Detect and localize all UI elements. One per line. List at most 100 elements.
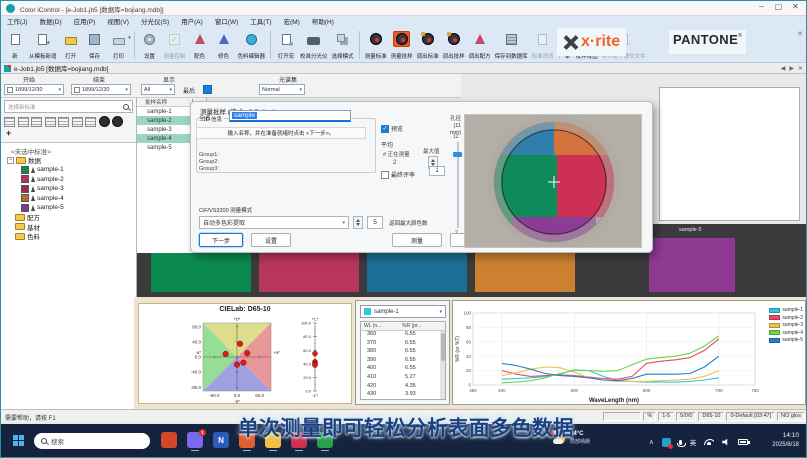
last-toggle[interactable] — [203, 85, 212, 94]
wl-row-4[interactable]: 4006.55 — [361, 365, 445, 374]
accept-value-field[interactable]: 1 — [429, 166, 445, 176]
color-match-button[interactable]: 配色 — [188, 30, 212, 61]
tree-sample-2[interactable]: sample-2 — [1, 175, 136, 185]
menu-item-0[interactable]: 工作(J) — [1, 16, 34, 29]
calibrate-spectro-button[interactable]: 校准分光仪 — [298, 30, 330, 61]
display-combo[interactable]: All ▾ — [141, 84, 175, 95]
menu-item-7[interactable]: 工具(T) — [244, 16, 277, 29]
new-button[interactable]: 新 — [3, 30, 27, 61]
tab-prev-icon[interactable]: ◀ — [781, 65, 786, 72]
volume-icon[interactable] — [722, 439, 730, 446]
settings-button[interactable]: 设置 — [138, 30, 162, 61]
menu-item-6[interactable]: 窗口(W) — [209, 16, 244, 29]
spin-down-icon[interactable] — [356, 223, 360, 226]
wl-row-6[interactable]: 4204.35 — [361, 383, 445, 392]
dialog-button-0[interactable]: 下一步 — [199, 233, 243, 247]
microphone-icon[interactable] — [679, 440, 682, 445]
toolbar-close-icon[interactable]: ✕ — [797, 30, 803, 38]
tray-app-icon[interactable] — [662, 438, 671, 447]
fullname-input[interactable]: sample — [229, 110, 351, 122]
wl-row-0[interactable]: 3606.55 — [361, 331, 445, 340]
tree-sample-4[interactable]: sample-4 — [1, 194, 136, 204]
select-mode-button[interactable]: 选择模式 — [330, 30, 356, 61]
close-button[interactable]: ✕ — [787, 2, 804, 11]
recall-recipe-button[interactable]: 调出配方 — [467, 30, 493, 61]
measure-batch-button[interactable]: 测量批样 — [389, 30, 415, 61]
windows-start-icon[interactable] — [13, 435, 24, 446]
sample-select-dropdown[interactable]: sample-1 ▾ — [360, 305, 446, 318]
list-detail-icon[interactable] — [45, 117, 56, 127]
menu-item-3[interactable]: 视图(V) — [101, 16, 135, 29]
end-date-checkbox[interactable] — [74, 87, 80, 93]
tree-folder-data[interactable]: −数据 — [1, 156, 136, 166]
wl-row-3[interactable]: 3906.55 — [361, 357, 445, 366]
minimize-button[interactable]: – — [753, 2, 770, 11]
scrollbar-thumb[interactable] — [441, 333, 445, 361]
wl-row-1[interactable]: 3706.55 — [361, 340, 445, 349]
dialog-button-1[interactable]: 设置 — [251, 233, 291, 247]
language-indicator[interactable]: 英 — [690, 437, 697, 447]
color-count-field[interactable]: 5 — [367, 216, 383, 229]
tree-item-no-standard[interactable]: <未选中标准> — [1, 146, 136, 156]
document-tab[interactable]: e-Job1.jb5 [数据库=bojiang.mdb] — [14, 63, 108, 73]
print-button[interactable]: ▾打印 — [107, 30, 131, 61]
spin-up-icon[interactable] — [431, 159, 435, 162]
menu-item-1[interactable]: 数据(D) — [34, 16, 68, 29]
tab-close-icon[interactable]: ✕ — [798, 65, 803, 72]
maximize-button[interactable]: ▢ — [770, 2, 787, 11]
taskbar-app-icon-2[interactable]: 1 — [187, 432, 203, 448]
taskbar-search-input[interactable]: 搜索 — [34, 433, 150, 449]
colorant-editor-button[interactable]: 色料编辑器 — [236, 30, 268, 61]
undo-icon[interactable] — [85, 117, 96, 127]
grid-icon[interactable] — [72, 117, 83, 127]
add-button[interactable]: + — [6, 128, 11, 138]
wl-row-2[interactable]: 3806.55 — [361, 348, 445, 357]
table-scrollbar[interactable] — [440, 331, 445, 399]
measure-standard-button[interactable]: 测量标准 — [363, 30, 389, 61]
list-wide-icon[interactable] — [58, 117, 69, 127]
menu-item-4[interactable]: 分光仪(S) — [135, 16, 175, 29]
open-macro-button[interactable]: 打开宏 — [274, 30, 298, 61]
spectro-dark-icon[interactable] — [99, 116, 110, 127]
list-small-icon[interactable] — [18, 117, 29, 127]
save-button[interactable]: 保存 — [83, 30, 107, 61]
start-date-checkbox[interactable] — [7, 87, 13, 93]
sphere-dark-icon[interactable] — [112, 116, 123, 127]
end-date-combo[interactable]: 1899/12/30 ▾ — [71, 84, 131, 95]
tab-next-icon[interactable]: ▶ — [789, 65, 794, 72]
menu-item-5[interactable]: 用户(A) — [175, 16, 209, 29]
color-correct-button[interactable]: 修色 — [212, 30, 236, 61]
tree-folder-1[interactable]: 基材 — [1, 222, 136, 232]
menu-item-9[interactable]: 帮助(H) — [306, 16, 340, 29]
collapse-icon[interactable]: − — [7, 157, 14, 164]
tree-sample-3[interactable]: sample-3 — [1, 184, 136, 194]
open-button[interactable]: 打开 — [59, 30, 83, 61]
taskbar-app-icon-1[interactable] — [161, 432, 177, 448]
tree-folder-2[interactable]: 色料 — [1, 232, 136, 242]
menu-item-2[interactable]: 应用(P) — [68, 16, 102, 29]
tree-folder-0[interactable]: 配方 — [1, 213, 136, 223]
new-from-template-button[interactable]: 从模板新增 — [27, 30, 59, 61]
wifi-icon[interactable] — [704, 439, 714, 445]
standard-search-input[interactable]: 选择新标准 — [4, 100, 133, 113]
tray-expand-icon[interactable]: ∧ — [649, 438, 654, 446]
start-date-combo[interactable]: 1899/12/30 ▾ — [4, 84, 64, 95]
save-to-db-button[interactable]: 保存到数据库 — [493, 30, 530, 61]
spin-up-icon[interactable] — [356, 219, 360, 222]
menu-item-8[interactable]: 宏(M) — [278, 16, 306, 29]
color-count-stepper[interactable] — [353, 216, 363, 229]
collapse-tree-icon[interactable] — [4, 117, 15, 127]
accept-checkbox[interactable] — [381, 171, 389, 179]
list-medium-icon[interactable] — [31, 117, 42, 127]
preview-checkbox[interactable]: ✓ — [381, 125, 389, 133]
battery-icon[interactable] — [738, 439, 748, 445]
spectra-combo[interactable]: Normal ▾ — [259, 84, 305, 95]
taskbar-clock[interactable]: 14:10 2025/8/18 — [772, 431, 799, 450]
recall-batch-button[interactable]: 调出批样 — [441, 30, 467, 61]
chevron-down-icon[interactable]: ▾ — [128, 35, 131, 41]
dialog-button-2[interactable]: 测量 — [392, 233, 442, 247]
wl-row-7[interactable]: 4303.93 — [361, 391, 445, 400]
taskbar-app-icon-3[interactable]: N — [213, 432, 229, 448]
tree-sample-5[interactable]: sample-5 — [1, 203, 136, 213]
tree-sample-1[interactable]: sample-1 — [1, 165, 136, 175]
